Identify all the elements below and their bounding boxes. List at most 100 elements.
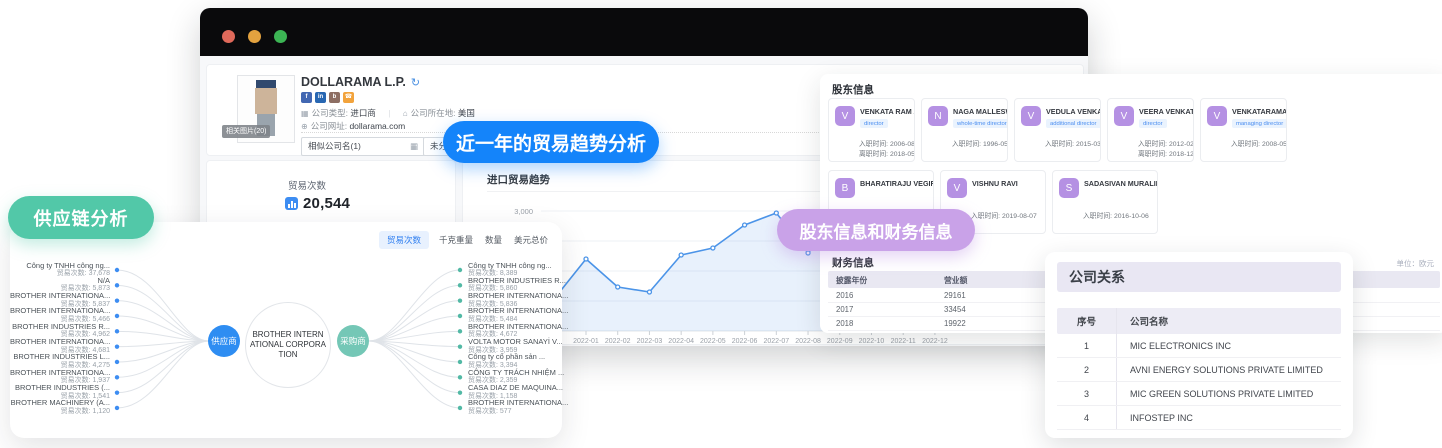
shareholder-card[interactable]: S SADASIVAN MURALIKR... 入职时间: 2016-10-06 — [1052, 170, 1158, 234]
relations-title: 公司关系 — [1057, 262, 1341, 292]
company-info-row: ▦ 公司类型: 进口商 | ⌂ 公司所在地: 美国 — [301, 108, 475, 118]
relations-col-no: 序号 — [1057, 308, 1117, 334]
avatar: V — [1207, 106, 1227, 126]
leave-date: 离职时间: 2018-12-31 — [1138, 150, 1194, 158]
trade-count-value: 20,544 — [303, 195, 351, 212]
social-icons: f in b ☎ — [301, 92, 354, 103]
buyer-name: VOLTA MOTOR SANAYİ V... — [468, 337, 563, 347]
shareholder-dates: 入职时间: 2008-05-20 — [1231, 140, 1287, 150]
x-axis-month-label: 2022-02 — [605, 338, 631, 344]
financial-col-revenue: 营业额 — [944, 276, 968, 285]
supplier-node[interactable]: 供应商 — [208, 325, 240, 357]
join-date: 入职时间: 2012-02-27 — [1138, 141, 1194, 148]
shareholder-title: 股东信息 — [832, 84, 874, 96]
shareholder-dates: 入职时间: 2016-10-06 — [1083, 212, 1149, 222]
phone-icon[interactable]: ☎ — [343, 92, 354, 103]
relation-row[interactable]: 4 INFOSTEP INC — [1057, 406, 1341, 430]
join-date: 入职时间: 2006-08-22 — [859, 141, 915, 148]
calendar-icon: ▦ — [409, 141, 418, 151]
shareholder-name: BHARATIRAJU VEGIRAJU — [860, 179, 933, 188]
relation-company-name: AVNI ENERGY SOLUTIONS PRIVATE LIMITED — [1130, 364, 1323, 375]
supplier-name: BROTHER INTERNATIONA... — [10, 306, 111, 316]
avatar: V — [1021, 106, 1041, 126]
shareholder-name: SADASIVAN MURALIKR... — [1084, 179, 1157, 188]
buyer-name: CASA DIAZ DE MAQUINA... — [468, 383, 564, 393]
globe-icon: ⊕ — [301, 122, 308, 131]
shareholder-card[interactable]: V VEERA VENKATA SATYA... director 入职时间: 201… — [1107, 98, 1194, 162]
relation-row[interactable]: 3 MIC GREEN SOLUTIONS PRIVATE LIMITED — [1057, 382, 1341, 406]
relation-company-name: MIC ELECTRONICS INC — [1130, 340, 1232, 351]
shareholder-name: NAGA MALLESWARA R... — [953, 107, 1007, 116]
relation-no: 4 — [1057, 406, 1117, 429]
blog-icon[interactable]: b — [329, 92, 340, 103]
x-axis-month-label: 2022-07 — [763, 338, 789, 344]
supplier-name: BROTHER INTERNATIONA... — [10, 291, 111, 301]
tag-icon: ▦ — [301, 109, 309, 118]
shareholder-dates: 入职时间: 2006-08-22 离职时间: 2018-05-10 — [859, 140, 915, 159]
bar-chart-icon — [285, 197, 298, 210]
browser-titlebar — [200, 8, 1088, 56]
window-zoom-button[interactable] — [274, 30, 287, 43]
financial-year: 2017 — [836, 305, 854, 314]
buyer-item[interactable]: BROTHER INTERNATIONA... 贸易次数: 577 — [468, 399, 572, 416]
window-minimize-button[interactable] — [248, 30, 261, 43]
trade-count-label: 贸易次数 — [288, 181, 327, 192]
join-date: 入职时间: 2019-08-07 — [971, 213, 1037, 220]
building-icon: ⌂ — [402, 109, 408, 118]
facebook-icon[interactable]: f — [301, 92, 312, 103]
financial-title: 财务信息 — [832, 257, 874, 269]
avatar: V — [947, 178, 967, 198]
relation-company-name: MIC GREEN SOLUTIONS PRIVATE LIMITED — [1130, 388, 1314, 399]
similar-company-select[interactable]: 相似公司名(1) ▦ — [301, 137, 425, 156]
buyer-name: BROTHER INTERNATIONA... — [468, 398, 569, 408]
financial-year: 2016 — [836, 291, 854, 300]
relation-row[interactable]: 2 AVNI ENERGY SOLUTIONS PRIVATE LIMITED — [1057, 358, 1341, 382]
supplier-name: Công ty TNHH công ng... — [26, 260, 110, 270]
join-date: 入职时间: 2016-10-06 — [1083, 213, 1149, 220]
buyer-name: BROTHER INTERNATIONA... — [468, 291, 569, 301]
role-badge: whole-time director — [953, 119, 1007, 128]
shareholder-row: V VENKATA RAM ATLURI director 入职时间: 2006-08… — [828, 98, 1287, 162]
related-images-badge[interactable]: 相关图片(20) — [222, 125, 271, 138]
product-image-shape — [256, 80, 276, 88]
x-axis-month-label: 2022-12 — [922, 338, 948, 344]
company-website-row: ⊕ 公司网址: dollarama.com — [301, 121, 406, 131]
window-close-button[interactable] — [222, 30, 235, 43]
supplier-name: BROTHER INDUSTRIES L... — [13, 352, 110, 362]
relation-no: 2 — [1057, 358, 1117, 381]
shareholder-card[interactable]: V VENKATARAMANA MAG... managing director 入职… — [1200, 98, 1287, 162]
linkedin-icon[interactable]: in — [315, 92, 326, 103]
role-badge: managing director — [1232, 119, 1286, 128]
shareholder-dates: 入职时间: 2019-08-07 — [971, 212, 1037, 222]
role-badge: director — [1139, 119, 1167, 128]
relation-row[interactable]: 1 MIC ELECTRONICS INC — [1057, 334, 1341, 358]
relation-no: 3 — [1057, 382, 1117, 405]
shareholder-card[interactable]: N NAGA MALLESWARA R... whole-time director… — [921, 98, 1008, 162]
supplier-trade-count: 贸易次数: 1,120 — [60, 407, 110, 415]
relations-col-name: 公司名称 — [1130, 317, 1169, 328]
leave-date: 离职时间: 2018-05-10 — [859, 150, 915, 158]
join-date: 入职时间: 2008-05-20 — [1231, 141, 1287, 148]
relations-table-body: 1 MIC ELECTRONICS INC 2 AVNI ENERGY SOLUTIO… — [1057, 334, 1341, 430]
shareholder-dates: 入职时间: 1996-05-25 — [952, 140, 1007, 150]
company-relations-panel: 公司关系 序号 公司名称 1 MIC ELECTRONICS INC 2 AVNI E… — [1045, 252, 1353, 438]
shareholder-card[interactable]: V VEDULA VENKATA RAM... additional directo… — [1014, 98, 1101, 162]
financial-revenue: 19922 — [944, 319, 966, 328]
avatar: V — [835, 106, 855, 126]
company-name: DOLLARAMA L.P. ↻ — [301, 75, 421, 89]
relation-no: 1 — [1057, 334, 1117, 357]
buyer-node[interactable]: 采购商 — [337, 325, 369, 357]
relations-table: 序号 公司名称 1 MIC ELECTRONICS INC 2 AVNI ENERGY… — [1057, 308, 1341, 430]
supplier-name: BROTHER INDUSTRIES (... — [14, 383, 110, 393]
supplier-item[interactable]: BROTHER MACHINERY (A... 贸易次数: 1,120 — [10, 399, 110, 416]
financial-revenue: 29161 — [944, 291, 966, 300]
y-axis-tick-label: 3,000 — [514, 207, 533, 216]
shareholder-dates: 入职时间: 2015-03-31 — [1045, 140, 1101, 150]
financial-col-year: 披露年份 — [836, 276, 868, 285]
refresh-icon[interactable]: ↻ — [411, 77, 420, 89]
center-company-node[interactable]: BROTHER INTERNATIONAL CORPORATION — [245, 302, 331, 388]
join-date: 入职时间: 2015-03-31 — [1045, 141, 1101, 148]
shareholder-card[interactable]: V VENKATA RAM ATLURI director 入职时间: 2006-08… — [828, 98, 915, 162]
buyer-name: BROTHER INTERNATIONA... — [468, 306, 569, 316]
trend-callout-pill: 近一年的贸易趋势分析 — [443, 121, 659, 163]
